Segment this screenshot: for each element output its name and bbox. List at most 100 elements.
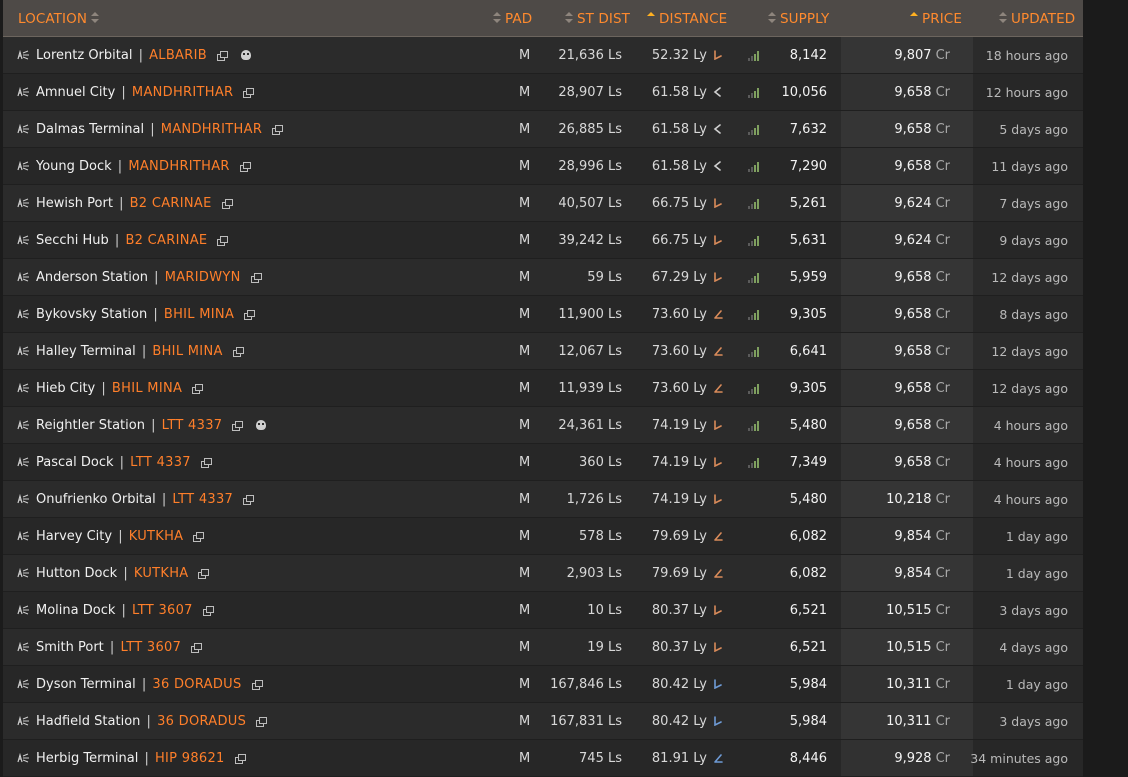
table-row[interactable]: Hadfield Station | 36 DORADUS M 167,831 Ls… [3,703,1083,740]
column-header-price[interactable]: PRICE [910,0,962,36]
table-row[interactable]: Harvey City | KUTKHA M 578 Ls 79.69 Ly 6,082… [3,518,1083,555]
external-link-icon[interactable] [250,273,262,283]
table-row[interactable]: Herbig Terminal | HIP 98621 M 745 Ls 81.91 … [3,740,1083,777]
location-cell: Hieb City | BHIL MINA [36,370,204,406]
system-name[interactable]: BHIL MINA [112,381,182,396]
station-name[interactable]: Hadfield Station [36,714,140,729]
system-name[interactable]: HIP 98621 [155,751,225,766]
station-name[interactable]: Young Dock [36,159,112,174]
external-link-icon[interactable] [244,310,256,320]
table-row[interactable]: Dalmas Terminal | MANDHRITHAR M 26,885 Ls 6… [3,111,1083,148]
external-link-icon[interactable] [192,384,204,394]
table-row[interactable]: Secchi Hub | B2 CARINAE M 39,242 Ls 66.75 L… [3,222,1083,259]
table-row[interactable]: Hieb City | BHIL MINA M 11,939 Ls 73.60 Ly 9… [3,370,1083,407]
table-row[interactable]: Molina Dock | LTT 3607 M 10 Ls 80.37 Ly 6,52… [3,592,1083,629]
system-name[interactable]: KUTKHA [134,566,189,581]
system-name[interactable]: MANDHRITHAR [132,85,233,100]
external-link-icon[interactable] [200,458,212,468]
external-link-icon[interactable] [191,643,203,653]
system-name[interactable]: LTT 4337 [130,455,191,470]
price-value: 10,515 [886,640,932,655]
station-name[interactable]: Reightler Station [36,418,145,433]
station-name[interactable]: Bykovsky Station [36,307,147,322]
table-row[interactable]: Lorentz Orbital | ALBARIB M 21,636 Ls 52.32… [3,37,1083,74]
table-row[interactable]: Bykovsky Station | BHIL MINA M 11,900 Ls 73… [3,296,1083,333]
system-name[interactable]: B2 CARINAE [130,196,212,211]
system-name[interactable]: MARIDWYN [165,270,241,285]
supply: 6,521 [789,640,827,655]
table-row[interactable]: Hewish Port | B2 CARINAE M 40,507 Ls 66.75 … [3,185,1083,222]
system-name[interactable]: LTT 3607 [132,603,193,618]
system-name[interactable]: 36 DORADUS [152,677,241,692]
external-link-icon[interactable] [193,532,205,542]
column-header-location[interactable]: LOCATION [18,0,103,36]
external-link-icon[interactable] [243,495,255,505]
system-name[interactable]: LTT 3607 [120,640,181,655]
star-distance: 59 Ls [587,270,622,285]
external-link-icon[interactable] [232,421,244,431]
station-antenna-icon [17,457,29,467]
external-link-icon[interactable] [243,88,255,98]
table-row[interactable]: Dyson Terminal | 36 DORADUS M 167,846 Ls 80… [3,666,1083,703]
column-header-st-dist[interactable]: ST DIST [565,0,630,36]
system-name[interactable]: LTT 4337 [172,492,233,507]
system-name[interactable]: LTT 4337 [162,418,223,433]
station-name[interactable]: Herbig Terminal [36,751,138,766]
station-name[interactable]: Amnuel City [36,85,115,100]
external-link-icon[interactable] [232,347,244,357]
column-header-updated[interactable]: UPDATED [999,0,1075,36]
system-name[interactable]: MANDHRITHAR [128,159,229,174]
station-name[interactable]: Smith Port [36,640,104,655]
external-link-icon[interactable] [234,754,246,764]
system-name[interactable]: B2 CARINAE [125,233,207,248]
system-name[interactable]: MANDHRITHAR [161,122,262,137]
separator: | [115,455,129,470]
station-name[interactable]: Halley Terminal [36,344,136,359]
system-name[interactable]: KUTKHA [129,529,184,544]
column-header-supply[interactable]: SUPPLY [768,0,829,36]
system-name[interactable]: BHIL MINA [164,307,234,322]
currency-unit: Cr [935,233,950,248]
station-name[interactable]: Molina Dock [36,603,115,618]
station-name[interactable]: Dalmas Terminal [36,122,144,137]
column-header-pad[interactable]: PAD [493,0,532,36]
station-name[interactable]: Dyson Terminal [36,677,136,692]
table-row[interactable]: Amnuel City | MANDHRITHAR M 28,907 Ls 61.58… [3,74,1083,111]
external-link-icon[interactable] [202,606,214,616]
table-row[interactable]: Halley Terminal | BHIL MINA M 12,067 Ls 73.… [3,333,1083,370]
station-name[interactable]: Pascal Dock [36,455,114,470]
external-link-icon[interactable] [198,569,210,579]
external-link-icon[interactable] [216,51,228,61]
currency-unit: Cr [935,603,950,618]
external-link-icon[interactable] [217,236,229,246]
table-row[interactable]: Anderson Station | MARIDWYN M 59 Ls 67.29 L… [3,259,1083,296]
station-name[interactable]: Harvey City [36,529,112,544]
external-link-icon[interactable] [221,199,233,209]
price-cell: 9,624 Cr [894,222,950,258]
supply: 6,521 [789,603,827,618]
external-link-icon[interactable] [251,680,263,690]
external-link-icon[interactable] [256,717,268,727]
system-name[interactable]: 36 DORADUS [157,714,246,729]
station-name[interactable]: Hutton Dock [36,566,117,581]
table-row[interactable]: Onufrienko Orbital | LTT 4337 M 1,726 Ls 74… [3,481,1083,518]
system-name[interactable]: BHIL MINA [152,344,222,359]
station-name[interactable]: Hewish Port [36,196,113,211]
external-link-icon[interactable] [239,162,251,172]
station-name[interactable]: Onufrienko Orbital [36,492,156,507]
supply: 7,290 [789,159,827,174]
table-row[interactable]: Pascal Dock | LTT 4337 M 360 Ls 74.19 Ly 7,3… [3,444,1083,481]
table-row[interactable]: Hutton Dock | KUTKHA M 2,903 Ls 79.69 Ly 6,0… [3,555,1083,592]
station-name[interactable]: Hieb City [36,381,95,396]
table-row[interactable]: Reightler Station | LTT 4337 M 24,361 Ls 74… [3,407,1083,444]
external-link-icon[interactable] [272,125,284,135]
station-name[interactable]: Anderson Station [36,270,148,285]
table-row[interactable]: Young Dock | MANDHRITHAR M 28,996 Ls 61.58 … [3,148,1083,185]
price-cell: 10,515 Cr [886,629,950,665]
station-name[interactable]: Secchi Hub [36,233,109,248]
star-distance: 28,907 Ls [558,85,622,100]
system-name[interactable]: ALBARIB [149,48,207,63]
column-header-distance[interactable]: DISTANCE [647,0,727,36]
table-row[interactable]: Smith Port | LTT 3607 M 19 Ls 80.37 Ly 6,521… [3,629,1083,666]
station-name[interactable]: Lorentz Orbital [36,48,132,63]
